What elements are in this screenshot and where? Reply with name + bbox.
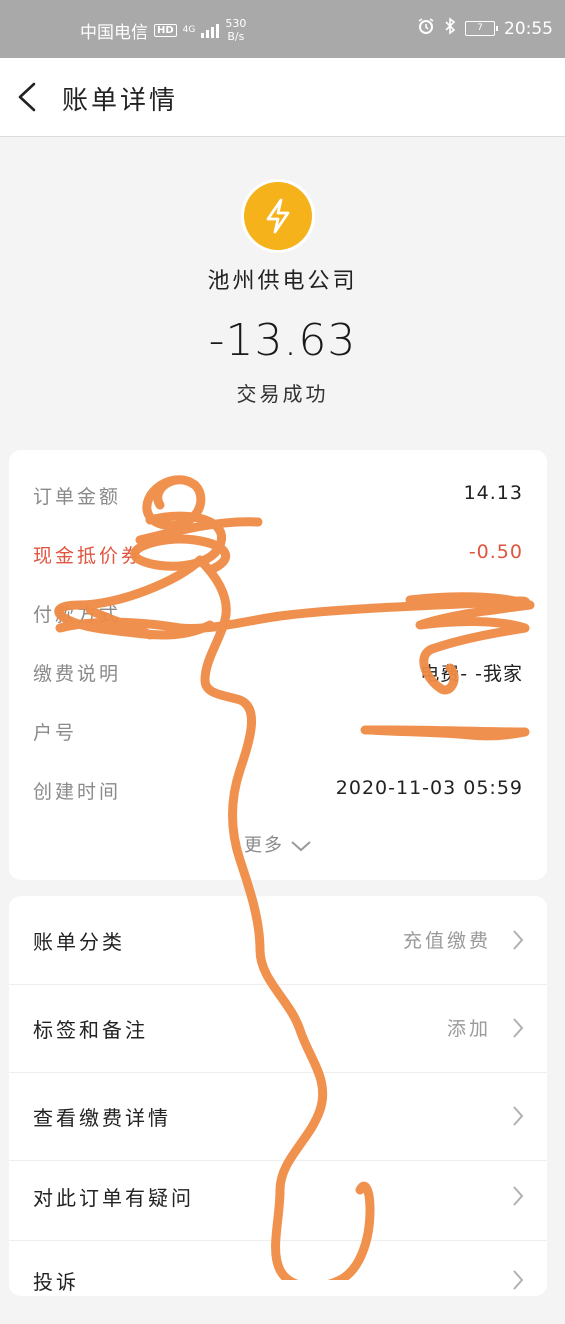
detail-row-coupon: 现金抵价券 -0.50 [9,533,547,573]
chevron-down-icon [291,841,311,852]
detail-row-description: 缴费说明 电费- -我家 [9,651,547,691]
detail-value: 14.13 [463,482,523,504]
speed-value: 530 [225,17,247,30]
detail-label: 创建时间 [33,781,122,803]
chevron-right-icon [513,1270,524,1290]
hd-badge: HD [154,23,177,37]
network-label: 4G [182,25,196,35]
menu-item-label: 投诉 [33,1270,79,1294]
transaction-status: 交易成功 [236,382,329,406]
details-card: 订单金额 14.13 现金抵价券 -0.50 付款方式 缴费说明 电费- -我家… [9,450,547,880]
chevron-right-icon [513,1186,524,1206]
menu-item-value: 充值缴费 [402,930,491,952]
detail-row-payment-method: 付款方式 [9,592,547,632]
menu-item-label: 查看缴费详情 [33,1106,171,1130]
menu-item-order-question[interactable]: 对此订单有疑问 [9,1152,547,1241]
chevron-right-icon [513,930,524,950]
detail-value: 电费- -我家 [420,663,523,685]
menu-item-complaint[interactable]: 投诉 [9,1236,547,1324]
speed-unit: B/s [227,30,245,43]
menu-item-label: 账单分类 [33,930,125,954]
back-arrow-icon[interactable] [14,80,44,114]
page-title: 账单详情 [62,86,179,116]
detail-row-account: 户号 [9,710,547,750]
more-label: 更多 [244,835,284,856]
status-right: 7 20:55 [417,17,553,40]
status-left: 中国电信 HD 4G 530 B/s [80,17,246,43]
detail-label: 付款方式 [33,604,122,626]
menu-item-label: 标签和备注 [33,1018,148,1042]
menu-item-payment-details[interactable]: 查看缴费详情 [9,1072,547,1161]
merchant-name[interactable]: 池州供电公司 [0,263,565,295]
chevron-right-icon [513,1018,524,1038]
actions-card: 账单分类 充值缴费 标签和备注 添加 查看缴费详情 对此订单有疑问 投诉 [9,896,547,1296]
detail-label: 现金抵价券 [33,545,144,567]
menu-item-value: 添加 [446,1018,491,1040]
bluetooth-icon [444,17,456,40]
detail-label: 户号 [33,722,78,744]
nav-bar: 账单详情 [0,58,565,137]
carrier-label: 中国电信 [80,22,148,43]
network-speed: 530 B/s [225,17,246,43]
detail-label: 订单金额 [33,486,122,508]
detail-label: 缴费说明 [33,663,122,685]
alarm-icon [417,17,435,40]
transaction-amount: -13.63 [208,315,357,366]
status-bar: 中国电信 HD 4G 530 B/s 7 20:55 [0,0,565,58]
battery-icon: 7 [465,21,498,36]
menu-item-bill-category[interactable]: 账单分类 充值缴费 [9,896,547,985]
detail-row-created-time: 创建时间 2020-11-03 05:59 [9,769,547,809]
menu-item-label: 对此订单有疑问 [33,1186,194,1210]
detail-row-order-amount: 订单金额 14.13 [9,474,547,514]
detail-value: 2020-11-03 05:59 [335,777,523,799]
clock: 20:55 [504,18,553,39]
more-toggle[interactable]: 更多 [9,831,547,857]
chevron-right-icon [513,1106,524,1126]
detail-value: -0.50 [468,541,523,563]
lightning-icon [244,182,312,250]
signal-icon [201,22,220,38]
menu-item-tags-notes[interactable]: 标签和备注 添加 [9,984,547,1073]
